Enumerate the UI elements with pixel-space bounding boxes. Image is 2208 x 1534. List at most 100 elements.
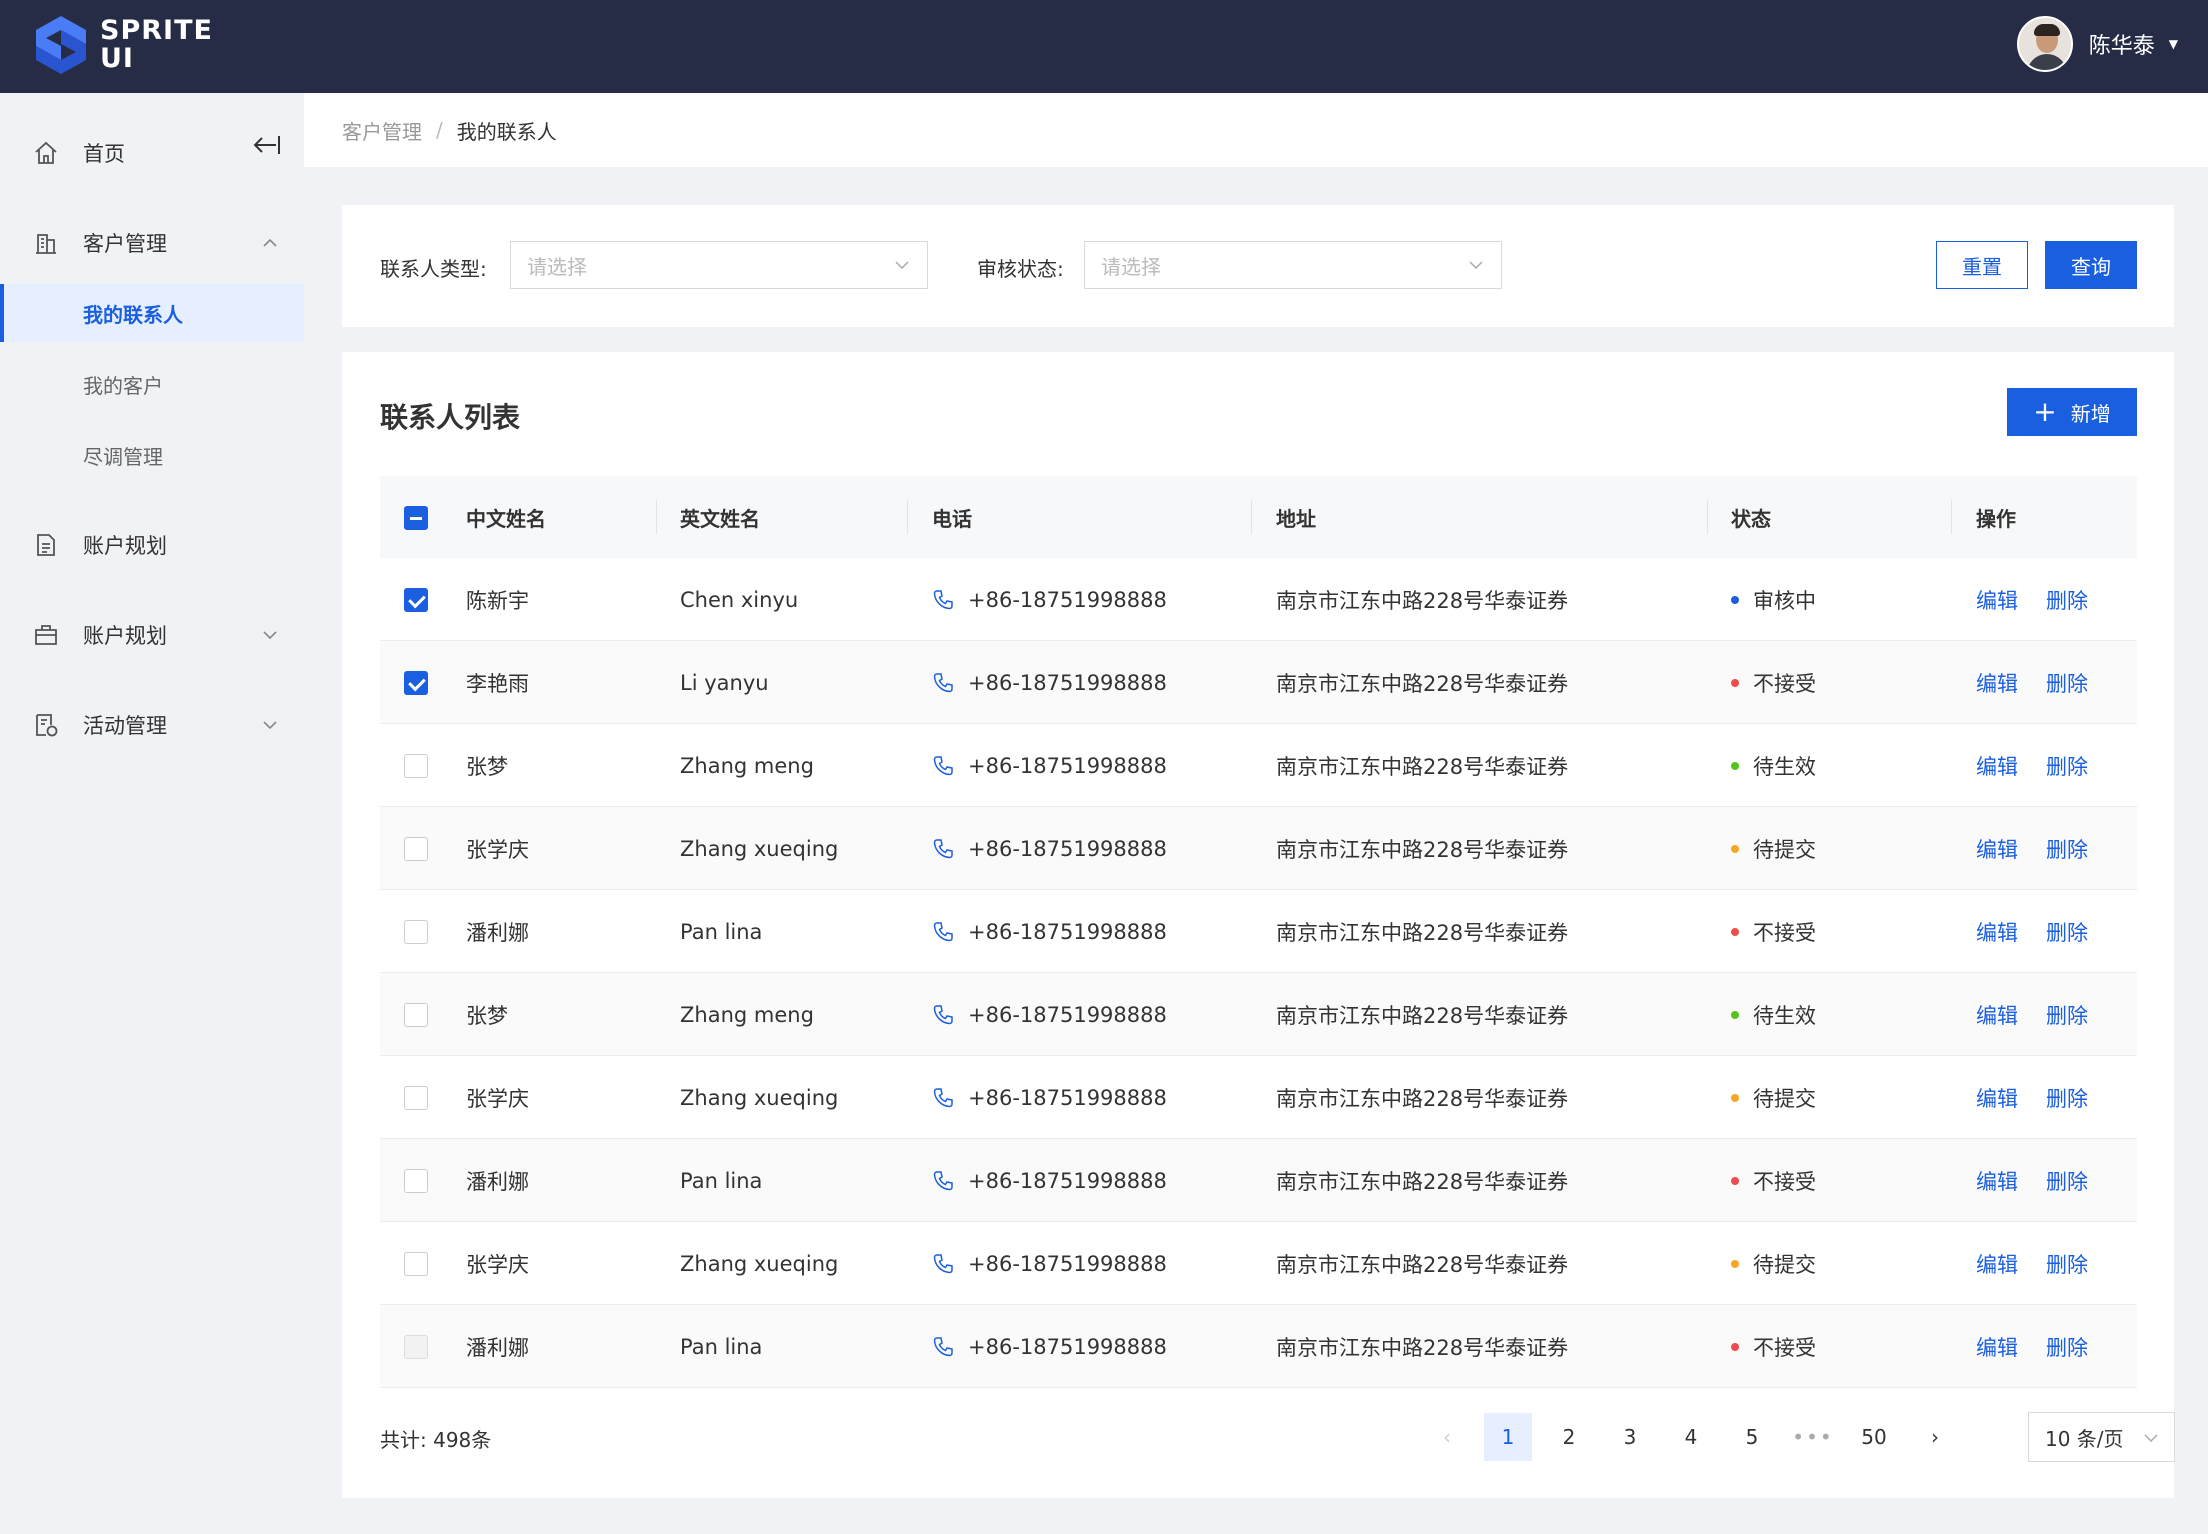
page-button[interactable]: 2 — [1545, 1413, 1593, 1461]
phone-icon — [933, 1170, 953, 1190]
phone-number: +86-18751998888 — [968, 1251, 1167, 1276]
table-row: 张梦 Zhang meng +86-18751998888 南京市江东中路228号华泰… — [380, 724, 2137, 807]
row-checkbox[interactable] — [404, 1252, 428, 1276]
home-icon — [35, 141, 57, 164]
breadcrumb: 客户管理 / 我的联系人 — [304, 93, 2208, 167]
page-button[interactable]: 5 — [1728, 1413, 1776, 1461]
cell-english-name: Pan lina — [680, 1334, 763, 1359]
add-button[interactable]: + 新增 — [2007, 388, 2137, 436]
chevron-down-icon[interactable] — [262, 630, 278, 640]
delete-button[interactable]: 删除 — [2046, 1332, 2088, 1362]
chevron-down-icon[interactable] — [262, 720, 278, 730]
cell-status: 不接受 — [1731, 641, 1816, 724]
table-body: 陈新宇 Chen xinyu +86-18751998888 南京市江东中路228号华… — [380, 558, 2137, 1388]
edit-button[interactable]: 编辑 — [1976, 1000, 2018, 1030]
page-size-select[interactable]: 10 条/页 — [2028, 1412, 2175, 1462]
cell-chinese-name: 张学庆 — [466, 837, 529, 862]
edit-button[interactable]: 编辑 — [1976, 917, 2018, 947]
page-button[interactable]: 50 — [1850, 1413, 1898, 1461]
column-header-phone: 电话 — [932, 506, 972, 531]
row-checkbox[interactable] — [404, 1335, 428, 1359]
cell-status: 待提交 — [1731, 1056, 1816, 1139]
row-checkbox[interactable] — [404, 754, 428, 778]
briefcase-icon — [35, 625, 57, 645]
phone-number: +86-18751998888 — [968, 1002, 1167, 1027]
delete-button[interactable]: 删除 — [2046, 1000, 2088, 1030]
sidebar-item-home[interactable]: 首页 — [0, 128, 304, 178]
delete-button[interactable]: 删除 — [2046, 834, 2088, 864]
cell-phone: +86-18751998888 — [932, 890, 1167, 973]
status-badge: 待生效 — [1753, 754, 1816, 779]
delete-button[interactable]: 删除 — [2046, 1083, 2088, 1113]
status-dot — [1731, 595, 1739, 604]
sidebar-item-activity-management[interactable]: 活动管理 — [0, 700, 304, 750]
sidebar-item-my-contacts[interactable]: 我的联系人 — [0, 284, 304, 342]
avatar[interactable] — [2016, 16, 2073, 72]
sidebar-item-customer-management[interactable]: 客户管理 — [0, 218, 304, 268]
column-header-english-name: 英文姓名 — [680, 506, 760, 531]
cell-english-name: Zhang xueqing — [680, 1085, 839, 1110]
delete-button[interactable]: 删除 — [2046, 1249, 2088, 1279]
status-dot — [1731, 761, 1739, 770]
status-badge: 审核中 — [1753, 588, 1816, 613]
sidebar-item-account-planning-2[interactable]: 账户规划 — [0, 610, 304, 660]
row-checkbox[interactable] — [404, 920, 428, 944]
cell-chinese-name: 李艳雨 — [466, 671, 529, 696]
user-menu[interactable]: 陈华泰 ▼ — [2016, 16, 2178, 72]
edit-button[interactable]: 编辑 — [1976, 585, 2018, 615]
review-status-select[interactable]: 请选择 — [1084, 241, 1502, 289]
sidebar-item-my-customers[interactable]: 我的客户 — [0, 355, 304, 413]
page-button[interactable]: 3 — [1606, 1413, 1654, 1461]
page-button[interactable]: 1 — [1484, 1413, 1532, 1461]
row-checkbox[interactable] — [404, 1003, 428, 1027]
row-checkbox[interactable] — [404, 1169, 428, 1193]
status-dot — [1731, 927, 1739, 936]
cell-phone: +86-18751998888 — [932, 1139, 1167, 1222]
edit-button[interactable]: 编辑 — [1976, 668, 2018, 698]
pagination-ellipsis[interactable]: ••• — [1789, 1413, 1837, 1461]
chevron-up-icon[interactable] — [262, 238, 278, 248]
select-all-checkbox[interactable] — [404, 506, 428, 530]
delete-button[interactable]: 删除 — [2046, 917, 2088, 947]
breadcrumb-current: 我的联系人 — [456, 119, 557, 144]
edit-button[interactable]: 编辑 — [1976, 1083, 2018, 1113]
contact-type-select[interactable]: 请选择 — [510, 241, 928, 289]
cell-status: 待生效 — [1731, 724, 1816, 807]
delete-button[interactable]: 删除 — [2046, 585, 2088, 615]
cell-english-name: Pan lina — [680, 1168, 763, 1193]
cell-chinese-name: 张学庆 — [466, 1086, 529, 1111]
breadcrumb-parent[interactable]: 客户管理 — [342, 116, 422, 145]
chevron-right-icon[interactable]: › — [1911, 1413, 1959, 1461]
edit-button[interactable]: 编辑 — [1976, 834, 2018, 864]
sidebar-item-account-planning[interactable]: 账户规划 — [0, 520, 304, 570]
cell-actions: 编辑 删除 — [1976, 1222, 2116, 1305]
chevron-left-icon[interactable]: ‹ — [1423, 1413, 1471, 1461]
row-checkbox[interactable] — [404, 588, 428, 612]
filter-panel: 联系人类型: 请选择 审核状态: 请选择 重置 查询 — [342, 205, 2174, 327]
reset-button[interactable]: 重置 — [1936, 241, 2028, 289]
row-checkbox[interactable] — [404, 837, 428, 861]
edit-button[interactable]: 编辑 — [1976, 1332, 2018, 1362]
sidebar-item-due-diligence[interactable]: 尽调管理 — [0, 426, 304, 484]
edit-button[interactable]: 编辑 — [1976, 1249, 2018, 1279]
caret-down-icon[interactable]: ▼ — [2169, 37, 2178, 51]
cell-address: 南京市江东中路228号华泰证券 — [1276, 588, 1569, 613]
status-badge: 不接受 — [1753, 920, 1816, 945]
cell-english-name: Zhang meng — [680, 753, 814, 778]
logo[interactable]: SPRITE UI — [32, 14, 213, 76]
phone-icon — [933, 755, 953, 775]
cell-chinese-name: 张梦 — [466, 754, 508, 779]
edit-button[interactable]: 编辑 — [1976, 1166, 2018, 1196]
cell-chinese-name: 张梦 — [466, 1003, 508, 1028]
row-checkbox[interactable] — [404, 671, 428, 695]
sprite-logo-icon — [36, 16, 86, 74]
query-button[interactable]: 查询 — [2045, 241, 2137, 289]
delete-button[interactable]: 删除 — [2046, 751, 2088, 781]
row-checkbox[interactable] — [404, 1086, 428, 1110]
delete-button[interactable]: 删除 — [2046, 1166, 2088, 1196]
page-button[interactable]: 4 — [1667, 1413, 1715, 1461]
cell-phone: +86-18751998888 — [932, 724, 1167, 807]
edit-button[interactable]: 编辑 — [1976, 751, 2018, 781]
table-row: 潘利娜 Pan lina +86-18751998888 南京市江东中路228号华泰证… — [380, 890, 2137, 973]
delete-button[interactable]: 删除 — [2046, 668, 2088, 698]
